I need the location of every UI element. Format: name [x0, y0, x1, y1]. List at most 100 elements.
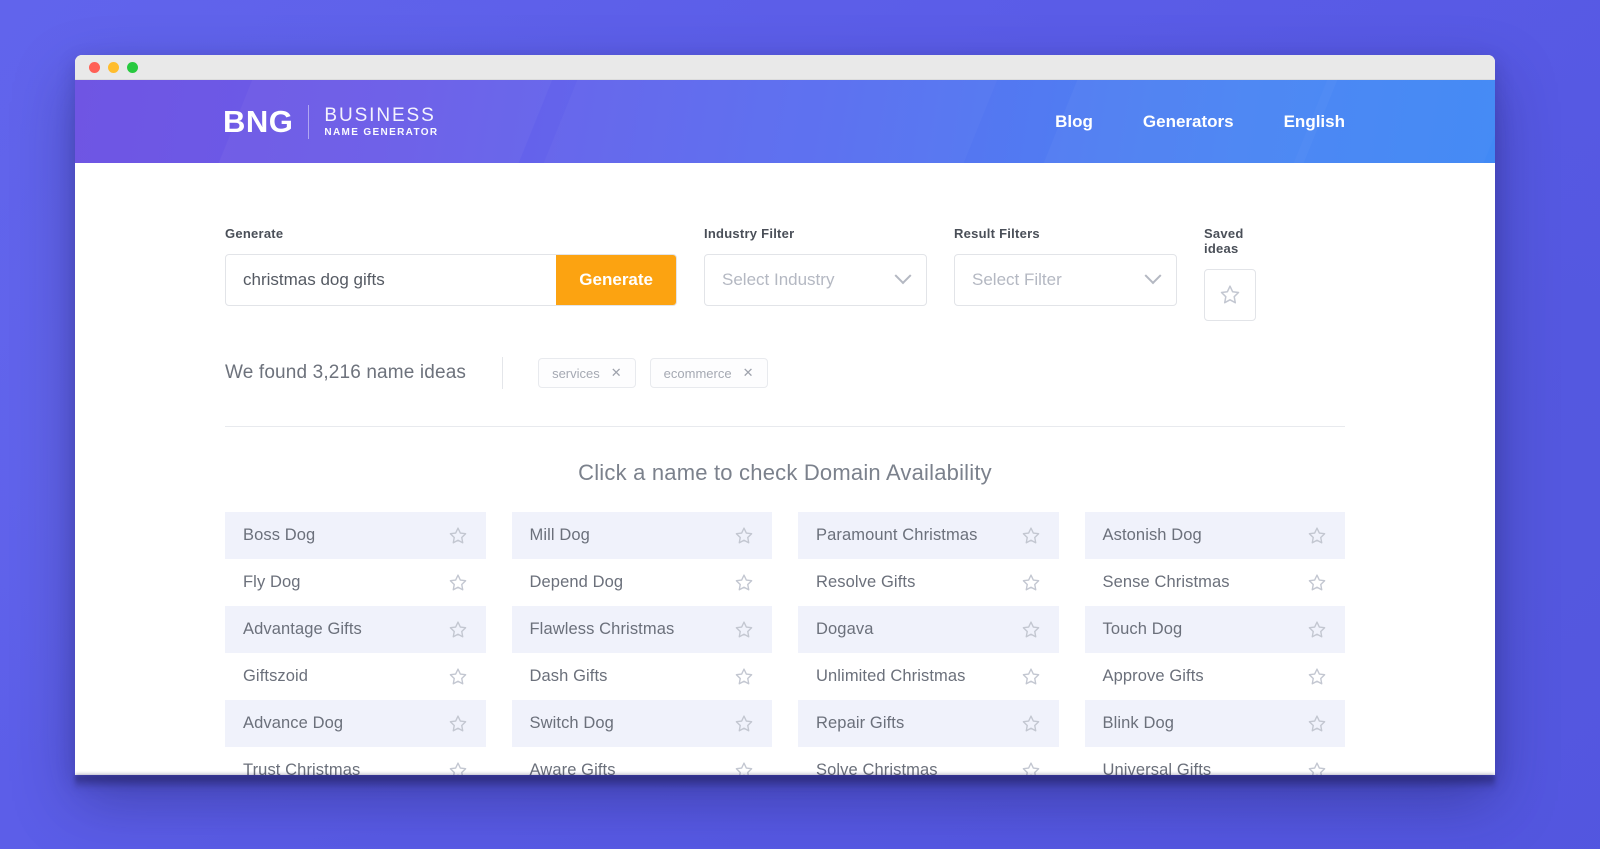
favorite-star-button[interactable]	[1306, 760, 1328, 776]
star-icon[interactable]	[1020, 666, 1042, 688]
name-row[interactable]: Dash Gifts	[512, 653, 773, 700]
star-icon[interactable]	[1020, 760, 1042, 776]
name-row[interactable]: Approve Gifts	[1085, 653, 1346, 700]
name-row[interactable]: Giftszoid	[225, 653, 486, 700]
star-icon[interactable]	[1306, 525, 1328, 547]
name-row[interactable]: Sense Christmas	[1085, 559, 1346, 606]
star-icon[interactable]	[733, 572, 755, 594]
generate-label: Generate	[225, 226, 284, 241]
results-meta: We found 3,216 name ideas services ✕ eco…	[225, 357, 1345, 389]
star-icon[interactable]	[447, 760, 469, 776]
favorite-star-button[interactable]	[447, 619, 469, 641]
favorite-star-button[interactable]	[733, 760, 755, 776]
star-icon[interactable]	[1306, 572, 1328, 594]
name-row[interactable]: Paramount Christmas	[798, 512, 1059, 559]
star-icon[interactable]	[1020, 619, 1042, 641]
favorite-star-button[interactable]	[1306, 619, 1328, 641]
name-row[interactable]: Flawless Christmas	[511, 606, 772, 653]
favorite-star-button[interactable]	[1020, 572, 1042, 594]
name-row[interactable]: Resolve Gifts	[798, 559, 1059, 606]
result-filters-select[interactable]: Select Filter	[954, 254, 1177, 306]
industry-filter-select[interactable]: Select Industry	[704, 254, 927, 306]
favorite-star-button[interactable]	[1306, 666, 1328, 688]
name-row[interactable]: Unlimited Christmas	[798, 653, 1059, 700]
favorite-star-button[interactable]	[1020, 666, 1042, 688]
name-row[interactable]: Depend Dog	[512, 559, 773, 606]
star-icon[interactable]	[733, 619, 755, 641]
star-icon[interactable]	[1020, 572, 1042, 594]
saved-ideas-button[interactable]	[1204, 269, 1256, 321]
star-icon[interactable]	[447, 619, 469, 641]
star-icon[interactable]	[1020, 525, 1042, 547]
window-shadow	[75, 775, 1495, 789]
star-icon[interactable]	[1306, 666, 1328, 688]
star-icon[interactable]	[733, 713, 755, 735]
name-row[interactable]: Blink Dog	[1084, 700, 1345, 747]
star-icon[interactable]	[447, 572, 469, 594]
nav-link-blog[interactable]: Blog	[1055, 112, 1093, 132]
name-row[interactable]: Solve Christmas	[798, 747, 1059, 775]
browser-window: BNG BUSINESS NAME GENERATOR Blog Generat…	[75, 55, 1495, 775]
favorite-star-button[interactable]	[447, 713, 469, 735]
favorite-star-button[interactable]	[447, 666, 469, 688]
name-label: Switch Dog	[529, 714, 614, 732]
favorite-star-button[interactable]	[733, 713, 755, 735]
favorite-star-button[interactable]	[733, 572, 755, 594]
logo[interactable]: BNG BUSINESS NAME GENERATOR	[223, 104, 438, 139]
window-maximize-button[interactable]	[127, 61, 138, 73]
favorite-star-button[interactable]	[1306, 713, 1328, 735]
name-row[interactable]: Trust Christmas	[225, 747, 486, 775]
name-row[interactable]: Touch Dog	[1084, 606, 1345, 653]
star-icon[interactable]	[733, 760, 755, 776]
favorite-star-button[interactable]	[1020, 760, 1042, 776]
meta-divider	[502, 357, 504, 389]
favorite-star-button[interactable]	[1020, 525, 1042, 547]
name-label: Universal Gifts	[1102, 761, 1212, 775]
nav-link-english[interactable]: English	[1284, 112, 1345, 132]
favorite-star-button[interactable]	[1020, 713, 1042, 735]
name-row[interactable]: Fly Dog	[225, 559, 486, 606]
favorite-star-button[interactable]	[447, 525, 469, 547]
favorite-star-button[interactable]	[733, 525, 755, 547]
name-row[interactable]: Dogava	[798, 606, 1059, 653]
star-icon[interactable]	[1306, 713, 1328, 735]
name-row[interactable]: Boss Dog	[225, 512, 486, 559]
generate-button[interactable]: Generate	[556, 255, 676, 305]
name-label: Boss Dog	[243, 526, 316, 544]
name-row[interactable]: Advantage Gifts	[225, 606, 486, 653]
favorite-star-button[interactable]	[733, 666, 755, 688]
star-icon[interactable]	[1306, 619, 1328, 641]
star-icon[interactable]	[447, 525, 469, 547]
close-icon[interactable]: ✕	[743, 365, 754, 381]
name-row[interactable]: Advance Dog	[225, 700, 486, 747]
name-row[interactable]: Repair Gifts	[798, 700, 1059, 747]
keyword-input[interactable]	[226, 255, 557, 305]
name-column-4: Astonish Dog Sense Christmas Touch Dog Appr…	[1084, 512, 1346, 775]
window-close-button[interactable]	[89, 61, 100, 73]
star-icon[interactable]	[447, 666, 469, 688]
star-icon[interactable]	[1306, 760, 1328, 776]
name-row[interactable]: Switch Dog	[511, 700, 772, 747]
star-icon[interactable]	[1020, 713, 1042, 735]
favorite-star-button[interactable]	[1020, 619, 1042, 641]
result-filters-value: Select Filter	[972, 270, 1062, 289]
page-title: Click a name to check Domain Availabilit…	[578, 460, 992, 485]
star-icon[interactable]	[733, 666, 755, 688]
favorite-star-button[interactable]	[1306, 572, 1328, 594]
name-row[interactable]: Mill Dog	[511, 512, 772, 559]
favorite-star-button[interactable]	[447, 760, 469, 776]
name-row[interactable]: Astonish Dog	[1084, 512, 1345, 559]
window-minimize-button[interactable]	[108, 61, 119, 73]
nav-link-generators[interactable]: Generators	[1143, 112, 1234, 132]
favorite-star-button[interactable]	[733, 619, 755, 641]
star-icon[interactable]	[733, 525, 755, 547]
name-row[interactable]: Universal Gifts	[1085, 747, 1346, 775]
favorite-star-button[interactable]	[1306, 525, 1328, 547]
favorite-star-button[interactable]	[447, 572, 469, 594]
filter-chip-ecommerce[interactable]: ecommerce ✕	[649, 358, 768, 388]
name-row[interactable]: Aware Gifts	[512, 747, 773, 775]
star-icon[interactable]	[447, 713, 469, 735]
close-icon[interactable]: ✕	[611, 365, 622, 381]
industry-filter-label: Industry Filter	[704, 226, 795, 241]
filter-chip-services[interactable]: services ✕	[538, 358, 636, 388]
